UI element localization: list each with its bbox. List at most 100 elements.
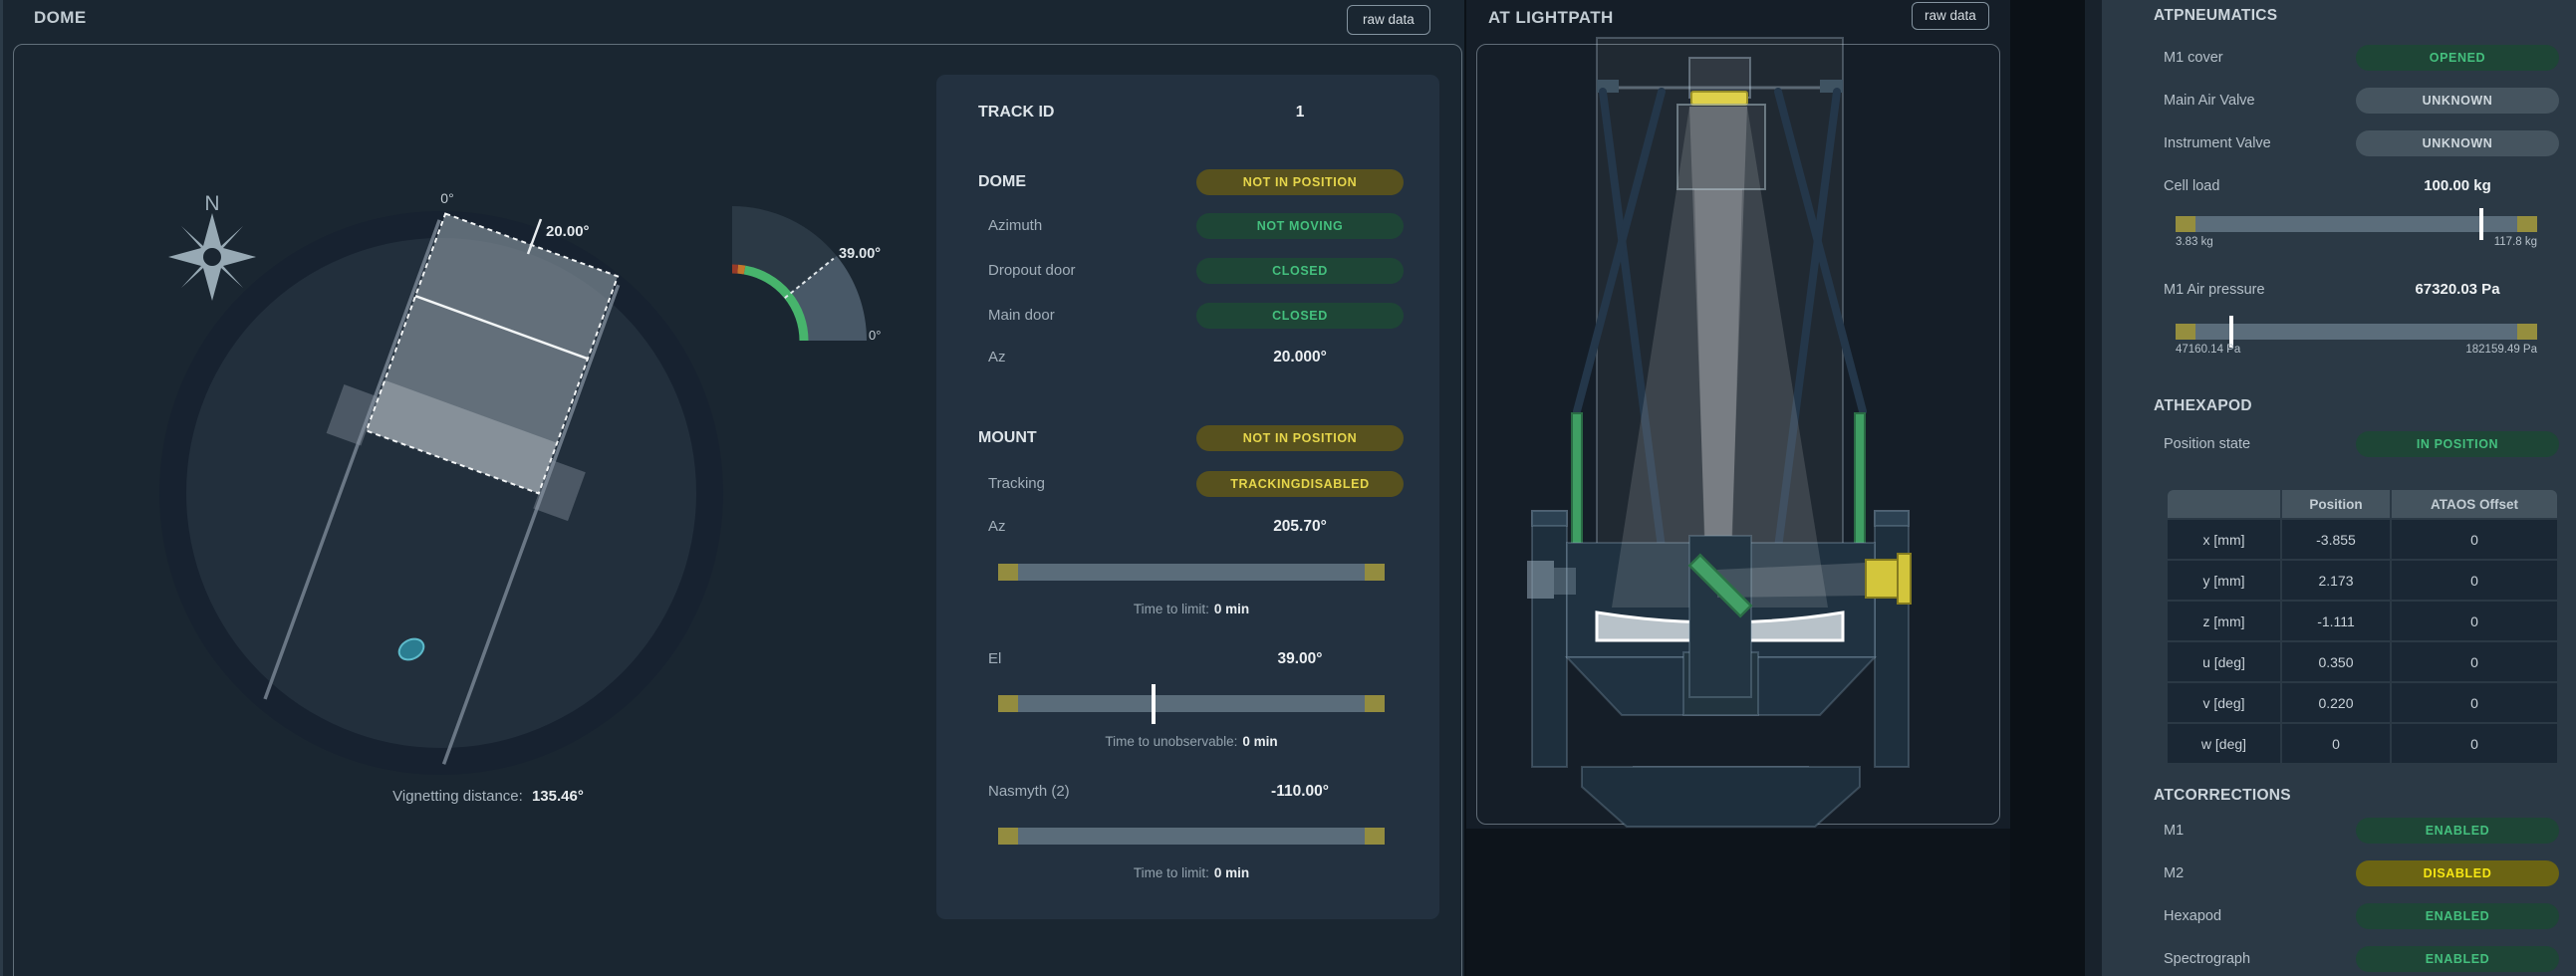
dome-az-value: 20.000°: [1273, 349, 1327, 366]
nasmyth-label: Nasmyth (2): [988, 779, 1070, 805]
corrections-spectrograph-badge: ENABLED: [2356, 946, 2559, 972]
el-slider-right-cap: [1365, 695, 1385, 712]
tracking-label: Tracking: [988, 471, 1045, 497]
el-slider-marker: [1152, 684, 1156, 724]
dome-section-header: DOME: [978, 169, 1026, 195]
instrument-valve-label: Instrument Valve: [2164, 129, 2271, 157]
el-slider-left-cap: [998, 695, 1018, 712]
m1-pressure-value: 67320.03 Pa: [2356, 276, 2559, 304]
el-time-value: 0 min: [1242, 734, 1277, 749]
nasmyth-slider: [998, 828, 1385, 845]
table-row: z [mm] -1.111 0: [2168, 602, 2557, 640]
el-time-to-unobservable: Time to unobservable: 0 min: [998, 729, 1385, 755]
position-state-label: Position state: [2164, 430, 2250, 458]
vignetting-distance-value: 135.46°: [532, 788, 584, 805]
dropout-door-label: Dropout door: [988, 258, 1076, 284]
atcorrections-title: ATCORRECTIONS: [2154, 786, 2291, 806]
el-time-label: Time to unobservable:: [1105, 734, 1237, 749]
corrections-hexapod-label: Hexapod: [2164, 902, 2221, 930]
lightpath-panel: AT LIGHTPATH raw data: [1466, 0, 2010, 829]
main-door-row: Main door CLOSED: [936, 303, 1439, 329]
cell-load-range-labels: 3.83 kg 117.8 kg: [2176, 236, 2537, 248]
elevation-gauge-zero-label: 0°: [869, 328, 881, 343]
cell-load-max-label: 117.8 kg: [2494, 236, 2537, 248]
nasmyth-time-to-limit: Time to limit:0 min: [998, 860, 1385, 886]
elevation-gauge: 39.00° 0°: [732, 206, 881, 343]
hexapod-header-blank: [2168, 490, 2280, 518]
corrections-hexapod-badge: ENABLED: [2356, 903, 2559, 929]
main-door-label: Main door: [988, 303, 1055, 329]
tracking-status-badge: TRACKINGDISABLED: [1196, 471, 1404, 497]
cell-load-slider-left-cap: [2176, 216, 2195, 232]
corrections-m1-label: M1: [2164, 817, 2184, 845]
cell-load-min-label: 3.83 kg: [2176, 236, 2213, 248]
hexapod-z-offset: 0: [2392, 602, 2557, 640]
hexapod-v-offset: 0: [2392, 683, 2557, 722]
hexapod-v-position: 0.220: [2282, 683, 2390, 722]
main-air-valve-label: Main Air Valve: [2164, 87, 2255, 115]
corrections-m2-badge: DISABLED: [2356, 860, 2559, 886]
track-info-card: TRACK ID 1 DOME NOT IN POSITION Azimuth …: [936, 75, 1439, 919]
az-time-to-limit: Time to limit: 0 min: [998, 597, 1385, 622]
m1-cover-status-badge: OPENED: [2356, 45, 2559, 71]
hexapod-x-label: x [mm]: [2168, 520, 2280, 559]
right-green-indicator-bar: [1855, 413, 1865, 545]
vignetting-distance: Vignetting distance: 135.46°: [309, 788, 667, 805]
athexapod-title: ATHEXAPOD: [2154, 396, 2252, 416]
hexapod-u-offset: 0: [2392, 642, 2557, 681]
el-value: 39.00°: [1278, 650, 1323, 667]
hexapod-header-offset: ATAOS Offset: [2392, 490, 2557, 518]
main-air-valve-status-badge: UNKNOWN: [2356, 88, 2559, 114]
vignetting-distance-label: Vignetting distance:: [392, 788, 523, 805]
telescope-dashboard: DOME raw data N 0°: [0, 0, 2576, 976]
right-status-panel: ATPNEUMATICS M1 cover OPENED Main Air Va…: [2085, 0, 2576, 976]
mount-section-header: MOUNT: [978, 425, 1037, 451]
table-row: w [deg] 0 0: [2168, 724, 2557, 763]
atpneumatics-title: ATPNEUMATICS: [2154, 6, 2277, 26]
hexapod-z-label: z [mm]: [2168, 602, 2280, 640]
compass-rose-icon: N: [168, 192, 256, 301]
m1-pressure-slider-left-cap: [2176, 324, 2195, 340]
table-row: x [mm] -3.855 0: [2168, 520, 2557, 559]
mount-status-badge: NOT IN POSITION: [1196, 425, 1404, 451]
mount-az-slider: [998, 564, 1385, 581]
cell-load-value: 100.00 kg: [2356, 172, 2559, 200]
hexapod-w-position: 0: [2282, 724, 2390, 763]
corrections-m1-badge: ENABLED: [2356, 818, 2559, 844]
cell-load-slider: [2176, 216, 2537, 232]
hexapod-table: Position ATAOS Offset x [mm] -3.855 0 y …: [2166, 488, 2559, 765]
m1-pressure-slider-right-cap: [2517, 324, 2537, 340]
hexapod-v-label: v [deg]: [2168, 683, 2280, 722]
elevation-gauge-value-label: 39.00°: [839, 246, 881, 262]
az-time-value: 0 min: [1214, 602, 1249, 616]
nasmyth-value: -110.00°: [1271, 783, 1329, 800]
hexapod-u-position: 0.350: [2282, 642, 2390, 681]
track-id-value: 1: [1296, 104, 1305, 121]
dome-azimuth-label: Azimuth: [988, 213, 1042, 239]
dome-panel: DOME raw data N 0°: [0, 0, 1464, 976]
hexapod-w-offset: 0: [2392, 724, 2557, 763]
nasmyth-instrument: [1866, 554, 1911, 604]
m1-pressure-max-label: 182159.49 Pa: [2465, 344, 2537, 356]
compass-north-label: N: [204, 192, 219, 215]
corrections-spectrograph-label: Spectrograph: [2164, 945, 2250, 973]
hexapod-z-position: -1.111: [2282, 602, 2390, 640]
dome-azimuth-row: Azimuth NOT MOVING: [936, 213, 1439, 239]
m1-pressure-slider: [2176, 324, 2537, 340]
el-slider: [998, 695, 1385, 712]
track-id-label: TRACK ID: [978, 100, 1054, 125]
az-slider-right-cap: [1365, 564, 1385, 581]
dome-azimuth-pointer-label: 20.00°: [546, 223, 590, 240]
hexapod-u-label: u [deg]: [2168, 642, 2280, 681]
m2-cover-indicator: [1691, 92, 1747, 105]
hexapod-y-position: 2.173: [2282, 561, 2390, 600]
nasmyth-time-value: 0 min: [1214, 865, 1249, 880]
az-time-label: Time to limit:: [1134, 602, 1209, 616]
az-slider-left-cap: [998, 564, 1018, 581]
cell-load-label: Cell load: [2164, 172, 2219, 200]
dropout-door-row: Dropout door CLOSED: [936, 258, 1439, 284]
table-row: v [deg] 0.220 0: [2168, 683, 2557, 722]
m1-pressure-range-labels: 47160.14 Pa 182159.49 Pa: [2176, 344, 2537, 356]
table-row: u [deg] 0.350 0: [2168, 642, 2557, 681]
cell-load-slider-right-cap: [2517, 216, 2537, 232]
